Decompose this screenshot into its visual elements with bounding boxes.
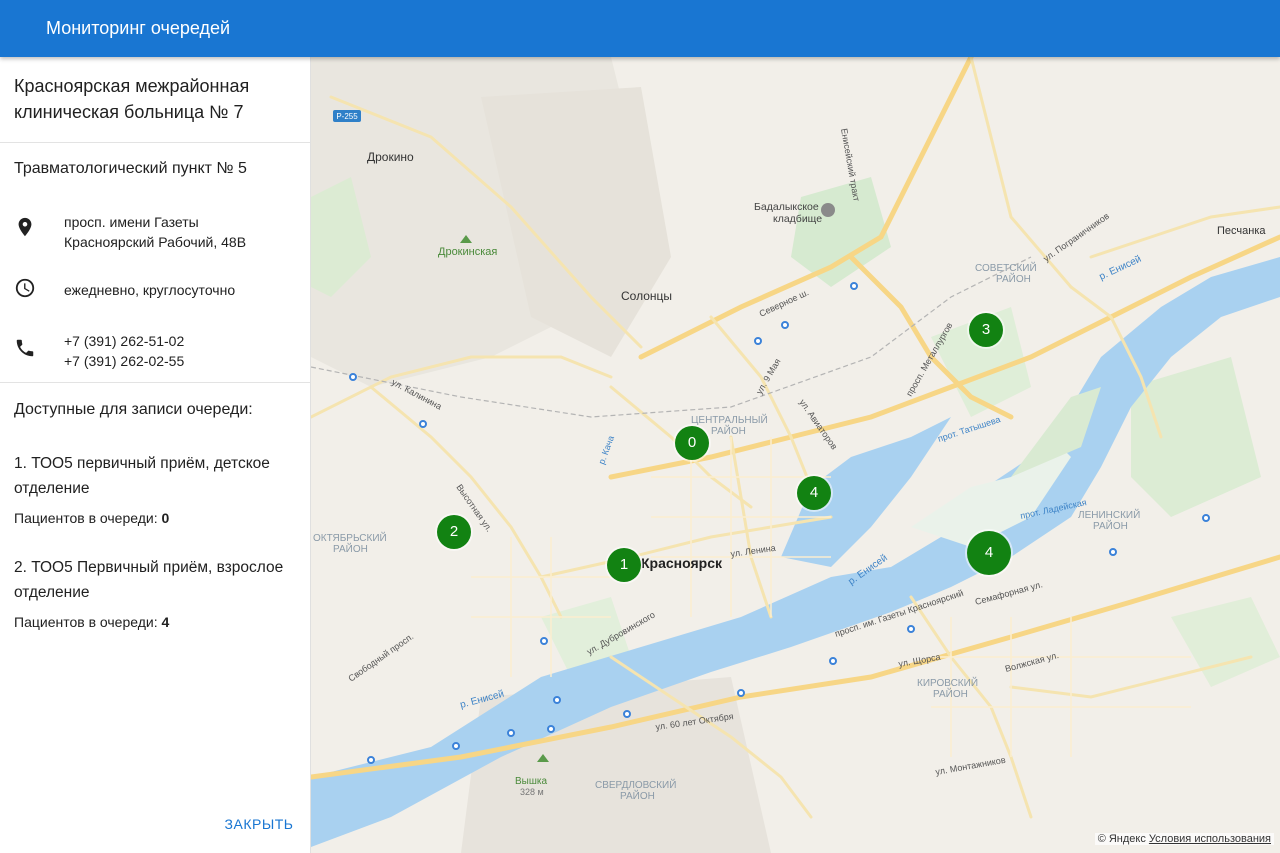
hours-text: ежедневно, круглосуточно <box>64 282 236 298</box>
map[interactable]: Р-255 Дрокино Дрокинская Солонцы Бадалык… <box>311 57 1280 853</box>
map-marker-4[interactable]: 4 <box>967 531 1011 575</box>
queue-count-label: Пациентов в очереди: <box>14 614 158 630</box>
queue-count-value: 4 <box>161 614 170 630</box>
map-label: ОКТЯБРЬСКИЙ <box>313 531 387 544</box>
map-label: РАЙОН <box>333 542 368 555</box>
map-label: Вышка <box>515 776 547 787</box>
map-label: СОВЕТСКИЙ <box>975 261 1037 274</box>
queue-count: Пациентов в очереди: 0 <box>14 510 169 526</box>
phone-text: +7 (391) 262-51-02 +7 (391) 262-02-55 <box>64 331 184 371</box>
map-marker-3[interactable]: 3 <box>969 313 1003 347</box>
map-label: СВЕРДЛОВСКИЙ <box>595 778 676 791</box>
queue-count-label: Пациентов в очереди: <box>14 510 158 526</box>
map-canvas[interactable]: Р-255 Дрокино Дрокинская Солонцы Бадалык… <box>311 57 1280 853</box>
divider <box>0 142 310 143</box>
address-text: просп. имени Газеты Красноярский Рабочий… <box>64 212 246 252</box>
point-name: Травматологический пункт № 5 <box>14 160 247 177</box>
map-label: РАЙОН <box>711 424 746 437</box>
queue-name: 2. ТОО5 Первичный приём, взрослое отделе… <box>14 559 284 601</box>
map-label-r255: Р-255 <box>336 112 358 121</box>
clock-icon <box>14 277 36 299</box>
map-marker-0[interactable]: 0 <box>675 426 709 460</box>
divider <box>0 382 310 383</box>
map-label: РАЙОН <box>620 789 655 802</box>
app-title: Мониторинг очередей <box>46 18 231 38</box>
map-label: ЛЕНИНСКИЙ <box>1078 508 1140 521</box>
queue-count-value: 0 <box>161 510 170 526</box>
map-marker-4[interactable]: 4 <box>797 476 831 510</box>
map-marker-2[interactable]: 2 <box>437 515 471 549</box>
phone-1[interactable]: +7 (391) 262-51-02 <box>64 331 184 351</box>
map-label: КИРОВСКИЙ <box>917 676 978 689</box>
map-label: Дрокино <box>367 150 414 164</box>
map-label-city: Красноярск <box>641 555 723 571</box>
map-label: Бадалыкское <box>754 201 819 213</box>
map-label: Дрокинская <box>438 246 497 258</box>
app-bar: Мониторинг очередей <box>0 0 1280 57</box>
terms-link[interactable]: Условия использования <box>1149 833 1271 845</box>
info-panel: Красноярская межрайонная клиническая бол… <box>0 57 311 853</box>
address-line-2: Красноярский Рабочий, 48В <box>64 234 247 250</box>
map-label: РАЙОН <box>933 687 968 700</box>
address-line-1: просп. имени Газеты <box>64 214 199 230</box>
phone-2[interactable]: +7 (391) 262-02-55 <box>64 351 184 371</box>
map-label: ЦЕНТРАЛЬНЫЙ <box>691 413 768 426</box>
copyright-text: © Яндекс <box>1097 833 1146 845</box>
map-label: 328 м <box>520 787 544 797</box>
map-label: кладбище <box>773 213 822 225</box>
map-label: Песчанка <box>1217 225 1266 237</box>
location-pin-icon <box>14 216 36 238</box>
map-label: РАЙОН <box>1093 519 1128 532</box>
close-button[interactable]: ЗАКРЫТЬ <box>220 809 298 839</box>
map-label: Солонцы <box>621 289 672 303</box>
hospital-name: Красноярская межрайонная клиническая бол… <box>14 76 250 122</box>
map-label: РАЙОН <box>996 272 1031 285</box>
map-marker-1[interactable]: 1 <box>607 548 641 582</box>
queue-name: 1. ТОО5 первичный приём, детское отделен… <box>14 455 270 497</box>
queues-title: Доступные для записи очереди: <box>14 401 253 418</box>
queue-count: Пациентов в очереди: 4 <box>14 614 169 630</box>
cemetery-icon <box>821 203 835 217</box>
map-copyright: © Яндекс Условия использования <box>1094 833 1274 845</box>
phone-icon <box>14 337 36 359</box>
